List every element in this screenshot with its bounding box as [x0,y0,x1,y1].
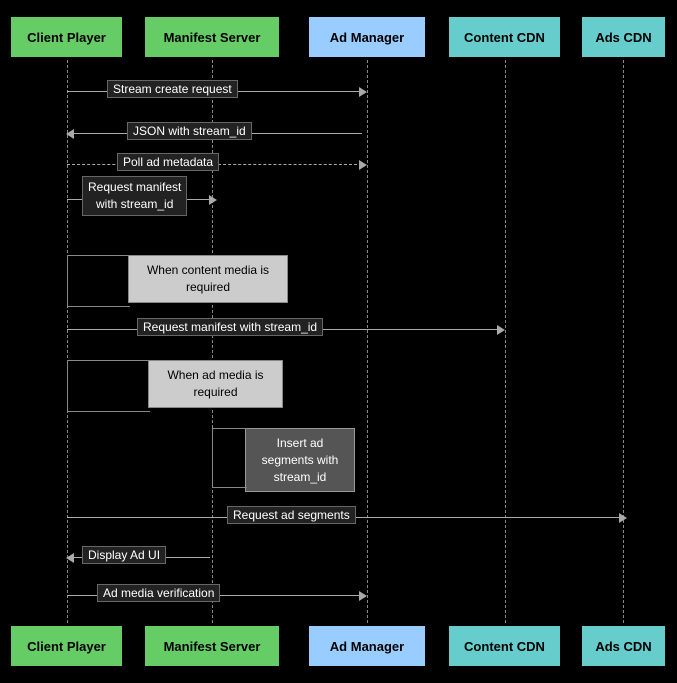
msg-request-ad-segments: Request ad segments [67,508,627,528]
actor-content-cdn-bottom: Content CDN [447,624,562,668]
actor-manifest-server-top: Manifest Server [143,15,281,59]
actor-ads-cdn-bottom: Ads CDN [580,624,667,668]
sequence-diagram: Client Player Manifest Server Ad Manager… [0,0,677,683]
lifeline-ads-cdn [623,60,624,623]
note-when-ad-media: When ad media is required [148,360,283,408]
lifeline-manifest-server [212,60,213,623]
actor-manifest-server-bottom: Manifest Server [143,624,281,668]
bracket-ad-media [67,360,150,412]
bracket-content-media [67,255,130,307]
msg-ad-media-verification: Ad media verification [67,586,367,606]
msg-poll-ad-metadata: Poll ad metadata [67,155,367,175]
msg-stream-create-request: Stream create request [67,82,367,102]
msg-request-manifest: Request manifestwith stream_id [67,190,217,210]
actor-ads-cdn-top: Ads CDN [580,15,667,59]
actor-ad-manager-top: Ad Manager [307,15,427,59]
note-insert-ad-segments: Insert ad segments with stream_id [245,428,355,492]
msg-ad-media-verification-label: Ad media verification [97,584,220,602]
msg-request-content-segments: Request manifest with stream_id [67,320,505,340]
msg-request-content-segments-label: Request manifest with stream_id [137,318,323,336]
lifeline-client-player [67,60,68,623]
msg-stream-create-label: Stream create request [107,80,238,98]
actor-client-player-bottom: Client Player [9,624,124,668]
msg-json-stream-id: JSON with stream_id [67,124,367,144]
msg-json-stream-id-label: JSON with stream_id [127,122,252,140]
actor-client-player-top: Client Player [9,15,124,59]
bracket-insert-ad-segments [212,428,247,488]
actor-ad-manager-bottom: Ad Manager [307,624,427,668]
msg-poll-ad-metadata-label: Poll ad metadata [117,153,219,171]
msg-request-ad-segments-label: Request ad segments [227,506,356,524]
msg-display-ad-ui-label: Display Ad UI [82,546,166,564]
actor-content-cdn-top: Content CDN [447,15,562,59]
lifeline-content-cdn [505,60,506,623]
msg-display-ad-ui: Display Ad UI [67,548,215,568]
msg-request-manifest-label: Request manifestwith stream_id [82,176,187,216]
note-when-content-media: When content media is required [128,255,288,303]
lifeline-ad-manager [367,60,368,623]
